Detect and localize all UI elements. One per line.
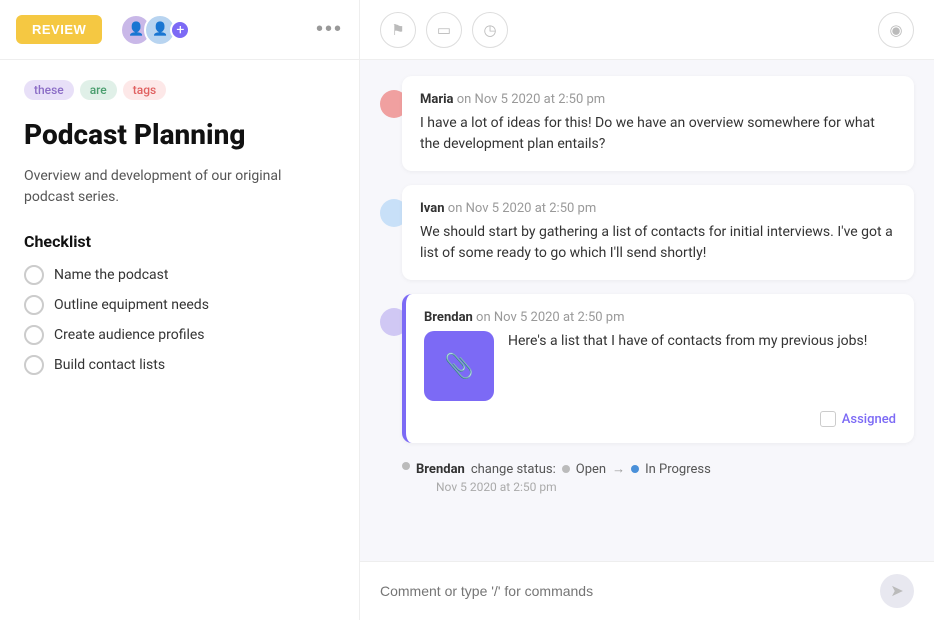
list-item: Name the podcast	[24, 265, 335, 285]
review-button[interactable]: REVIEW	[16, 15, 102, 44]
tag-these[interactable]: these	[24, 80, 74, 100]
checkbox-0[interactable]	[24, 265, 44, 285]
tag-tags[interactable]: tags	[123, 80, 166, 100]
tag-are[interactable]: are	[80, 80, 117, 100]
left-panel: these are tags Podcast Planning Overview…	[0, 60, 360, 620]
checklist-item-label: Outline equipment needs	[54, 297, 209, 313]
clock-icon[interactable]: ◷	[472, 12, 508, 48]
checklist-item-label: Build contact lists	[54, 357, 165, 373]
status-to: In Progress	[645, 462, 711, 477]
status-timestamp: Nov 5 2020 at 2:50 pm	[436, 480, 711, 494]
arrow-icon: →	[612, 461, 625, 477]
comment-input[interactable]	[380, 583, 870, 599]
comment-author-maria: Maria	[420, 92, 454, 107]
top-right-bar: ⚑ ▭ ◷ ◉	[360, 0, 934, 60]
checklist-item-label: Name the podcast	[54, 267, 168, 283]
more-options-button[interactable]: •••	[316, 18, 343, 41]
right-panel: Maria on Nov 5 2020 at 2:50 pm I have a …	[360, 60, 934, 620]
assigned-label: Assigned	[842, 412, 896, 427]
comment-timestamp-maria: on Nov 5 2020 at 2:50 pm	[457, 92, 605, 107]
attachment-thumbnail[interactable]: 📎	[424, 331, 494, 401]
page-description: Overview and development of our original…	[24, 166, 335, 208]
comment-container-brendan: Brendan on Nov 5 2020 at 2:50 pm 📎 Here'…	[380, 294, 914, 443]
status-bullet	[402, 462, 410, 470]
comment-input-area: ➤	[360, 561, 934, 620]
checkbox-1[interactable]	[24, 295, 44, 315]
comment-header-ivan: Ivan on Nov 5 2020 at 2:50 pm	[420, 201, 896, 216]
comment-body-brendan: 📎 Here's a list that I have of contacts …	[424, 331, 896, 401]
assigned-checkbox[interactable]	[820, 411, 836, 427]
comment-author-brendan: Brendan	[424, 310, 473, 325]
status-dot-inprogress	[631, 465, 639, 473]
status-dot-open	[562, 465, 570, 473]
add-avatar-button[interactable]: +	[170, 20, 190, 40]
comment-header-maria: Maria on Nov 5 2020 at 2:50 pm	[420, 92, 896, 107]
checklist-items: Name the podcast Outline equipment needs…	[24, 265, 335, 375]
status-change-row: Brendan change status: Open → In Progres…	[416, 461, 711, 477]
comment-container-maria: Maria on Nov 5 2020 at 2:50 pm I have a …	[380, 76, 914, 171]
comment-timestamp-brendan: on Nov 5 2020 at 2:50 pm	[476, 310, 624, 325]
assigned-row: Assigned	[424, 411, 896, 427]
eye-icon[interactable]: ◉	[878, 12, 914, 48]
send-icon: ➤	[890, 581, 903, 601]
checkbox-3[interactable]	[24, 355, 44, 375]
checklist-heading: Checklist	[24, 232, 335, 251]
status-author: Brendan	[416, 462, 465, 477]
comment-header-brendan: Brendan on Nov 5 2020 at 2:50 pm	[424, 310, 896, 325]
list-item: Build contact lists	[24, 355, 335, 375]
comment-timestamp-ivan: on Nov 5 2020 at 2:50 pm	[448, 201, 596, 216]
tags-row: these are tags	[24, 80, 335, 100]
status-change-container: Brendan change status: Open → In Progres…	[380, 457, 914, 498]
comment-author-ivan: Ivan	[420, 201, 445, 216]
comment-text-maria: I have a lot of ideas for this! Do we ha…	[420, 113, 896, 155]
avatar-group: 👤 👤 +	[120, 14, 190, 46]
flag-icon[interactable]: ⚑	[380, 12, 416, 48]
status-from: Open	[576, 462, 606, 477]
page-title: Podcast Planning	[24, 118, 335, 152]
comment-card-maria: Maria on Nov 5 2020 at 2:50 pm I have a …	[402, 76, 914, 171]
comment-container-ivan: Ivan on Nov 5 2020 at 2:50 pm We should …	[380, 185, 914, 280]
comments-area: Maria on Nov 5 2020 at 2:50 pm I have a …	[360, 60, 934, 561]
list-item: Outline equipment needs	[24, 295, 335, 315]
checkbox-2[interactable]	[24, 325, 44, 345]
card-icon[interactable]: ▭	[426, 12, 462, 48]
status-change: Brendan change status: Open → In Progres…	[416, 457, 711, 498]
comment-card-ivan: Ivan on Nov 5 2020 at 2:50 pm We should …	[402, 185, 914, 280]
main-layout: these are tags Podcast Planning Overview…	[0, 60, 934, 620]
status-action: change status:	[471, 462, 556, 477]
top-left-bar: REVIEW 👤 👤 + •••	[0, 0, 360, 60]
send-button[interactable]: ➤	[880, 574, 914, 608]
comment-card-brendan: Brendan on Nov 5 2020 at 2:50 pm 📎 Here'…	[402, 294, 914, 443]
list-item: Create audience profiles	[24, 325, 335, 345]
comment-text-ivan: We should start by gathering a list of c…	[420, 222, 896, 264]
checklist-item-label: Create audience profiles	[54, 327, 205, 343]
comment-text-brendan: Here's a list that I have of contacts fr…	[508, 331, 867, 352]
